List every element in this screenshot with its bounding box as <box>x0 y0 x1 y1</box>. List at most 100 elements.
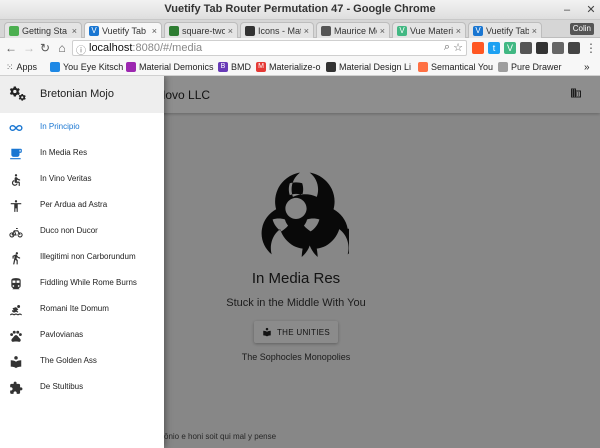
tab-favicon-icon: V <box>473 25 483 36</box>
tab-close-icon[interactable]: × <box>304 26 309 36</box>
nav-item-de-stultibus[interactable]: De Stultibus <box>0 376 164 400</box>
tab-favicon-icon <box>321 25 331 36</box>
tab-favicon-icon: V <box>397 25 407 36</box>
paw-icon <box>10 330 22 342</box>
nav-item-pavlovianas[interactable]: Pavlovianas <box>0 324 164 348</box>
bookmarks-overflow-icon[interactable]: » <box>584 61 590 73</box>
chrome-menu-icon[interactable]: ⋮ <box>584 41 598 55</box>
bookmark-item[interactable]: Material Demonics <box>126 61 214 73</box>
forward-icon[interactable]: → <box>22 41 36 55</box>
nav-item-per-ardua-ad-astra[interactable]: Per Ardua ad Astra <box>0 194 164 218</box>
nav-item-label: In Principio <box>40 122 80 131</box>
tab-label: square-two <box>182 25 225 36</box>
browser-tab[interactable]: square-two × <box>164 22 238 38</box>
apps-grid-icon: ⁙ <box>6 61 14 72</box>
tab-favicon-icon <box>245 25 255 36</box>
coffee-icon <box>10 148 22 160</box>
bike-icon <box>9 227 23 238</box>
nav-item-label: Pavlovianas <box>40 330 84 339</box>
tab-close-icon[interactable]: × <box>72 26 77 36</box>
vue-devtools-icon[interactable]: V <box>504 42 516 54</box>
browser-tab[interactable]: Icons - Mat × <box>240 22 314 38</box>
nav-item-label: In Vino Veritas <box>40 174 92 183</box>
profile-chip[interactable]: Colin <box>569 23 594 35</box>
page-viewport: genho Novo LLC In Media Res Stuck in the… <box>0 76 600 448</box>
bookmark-item[interactable]: B BMD <box>218 61 251 73</box>
nav-item-label: The Golden Ass <box>40 356 97 365</box>
pool-icon <box>10 305 22 316</box>
minimize-icon[interactable]: – <box>560 3 574 17</box>
walk-icon <box>12 252 21 265</box>
nav-item-label: Romani Ite Domum <box>40 304 109 313</box>
twitter-icon[interactable]: t <box>488 42 500 54</box>
tab-favicon-icon: V <box>89 26 99 36</box>
materialize-icon: M <box>256 62 266 72</box>
bookmark-item[interactable]: You Eye Kitsch <box>50 61 123 73</box>
nav-item-in-media-res[interactable]: In Media Res <box>0 142 164 166</box>
tab-label: Getting Sta <box>22 25 68 36</box>
tab-close-icon[interactable]: × <box>228 26 233 36</box>
gears-icon <box>9 86 26 101</box>
puzzle-icon <box>10 381 23 394</box>
tab-label: Vue Materia <box>410 25 453 36</box>
infinity-icon <box>9 124 23 132</box>
browser-tab[interactable]: Maurice Mo × <box>316 22 390 38</box>
nav-item-in-vino-veritas[interactable]: In Vino Veritas <box>0 168 164 192</box>
extension-icon[interactable] <box>568 42 580 54</box>
info-icon[interactable]: ⓘ <box>76 42 86 57</box>
bookmark-item[interactable]: M Materialize-o <box>256 61 321 73</box>
nav-item-illegitimi-non-carborundum[interactable]: Illegitimi non Carborundum <box>0 246 164 270</box>
bookmark-item[interactable]: Material Design Li <box>326 61 411 73</box>
window-titlebar: Vuetify Tab Router Permutation 47 - Goog… <box>0 0 600 20</box>
url-text: localhost:8080/#/media <box>89 42 203 54</box>
semantic-icon <box>418 62 428 72</box>
drawer-header: Bretonian Mojo <box>0 76 164 113</box>
tab-label: Vuetify Tab <box>486 25 529 36</box>
back-icon[interactable]: ← <box>4 41 18 55</box>
tab-close-icon[interactable]: × <box>380 26 385 36</box>
nav-item-in-principio[interactable]: In Principio <box>0 116 164 140</box>
train-icon <box>11 278 21 290</box>
bookmark-item[interactable]: Semantical You <box>418 61 493 73</box>
browser-tab[interactable]: Getting Sta × <box>4 22 82 38</box>
accessible-icon <box>11 174 21 186</box>
browser-tab-active[interactable]: V Vuetify Tab × <box>84 22 162 39</box>
tab-label: Maurice Mo <box>334 25 377 36</box>
drawer-brand: Bretonian Mojo <box>40 88 114 100</box>
tab-close-icon[interactable]: × <box>532 26 537 36</box>
person-icon <box>10 200 22 212</box>
extension-icon[interactable] <box>520 42 532 54</box>
mdl-icon <box>326 62 336 72</box>
window-title: Vuetify Tab Router Permutation 47 - Goog… <box>164 3 436 15</box>
nav-item-label: De Stultibus <box>40 382 84 391</box>
tab-close-icon[interactable]: × <box>456 26 461 36</box>
navigation-drawer: Bretonian Mojo In Principio In Media Res… <box>0 76 164 448</box>
kitsch-icon <box>50 62 60 72</box>
extension-icon[interactable] <box>552 42 564 54</box>
browser-tab[interactable]: V Vue Materia × <box>392 22 466 38</box>
extension-icon[interactable] <box>536 42 548 54</box>
browser-toolbar: ← → ↻ ⌂ ⓘ localhost:8080/#/media ⌕ ☆ t V… <box>0 38 600 58</box>
bmd-icon: B <box>218 62 228 72</box>
nav-item-duco-non-ducor[interactable]: Duco non Ducor <box>0 220 164 244</box>
nav-item-label: Duco non Ducor <box>40 226 98 235</box>
bookmark-item[interactable]: Pure Drawer <box>498 61 562 73</box>
star-icon[interactable]: ☆ <box>453 41 463 54</box>
browser-tab[interactable]: V Vuetify Tab × <box>468 22 542 38</box>
nav-item-label: Per Ardua ad Astra <box>40 200 108 209</box>
search-icon[interactable]: ⌕ <box>444 41 450 54</box>
tab-close-icon[interactable]: × <box>152 26 157 36</box>
reader-icon <box>10 356 22 369</box>
reload-icon[interactable]: ↻ <box>38 41 52 55</box>
home-icon[interactable]: ⌂ <box>55 41 69 55</box>
tab-favicon-icon <box>169 25 179 36</box>
extension-icon[interactable] <box>472 42 484 54</box>
address-bar[interactable]: ⓘ localhost:8080/#/media ⌕ ☆ <box>72 40 467 57</box>
nav-item-fiddling-while-rome-burns[interactable]: Fiddling While Rome Burns <box>0 272 164 296</box>
apps-bookmark[interactable]: ⁙ Apps <box>6 61 37 73</box>
nav-item-the-golden-ass[interactable]: The Golden Ass <box>0 350 164 374</box>
close-window-icon[interactable]: ✕ <box>584 3 598 17</box>
tab-label: Icons - Mat <box>258 25 301 36</box>
bookmarks-bar: ⁙ Apps You Eye Kitsch Material Demonics … <box>0 58 600 76</box>
nav-item-romani-ite-domum[interactable]: Romani Ite Domum <box>0 298 164 322</box>
